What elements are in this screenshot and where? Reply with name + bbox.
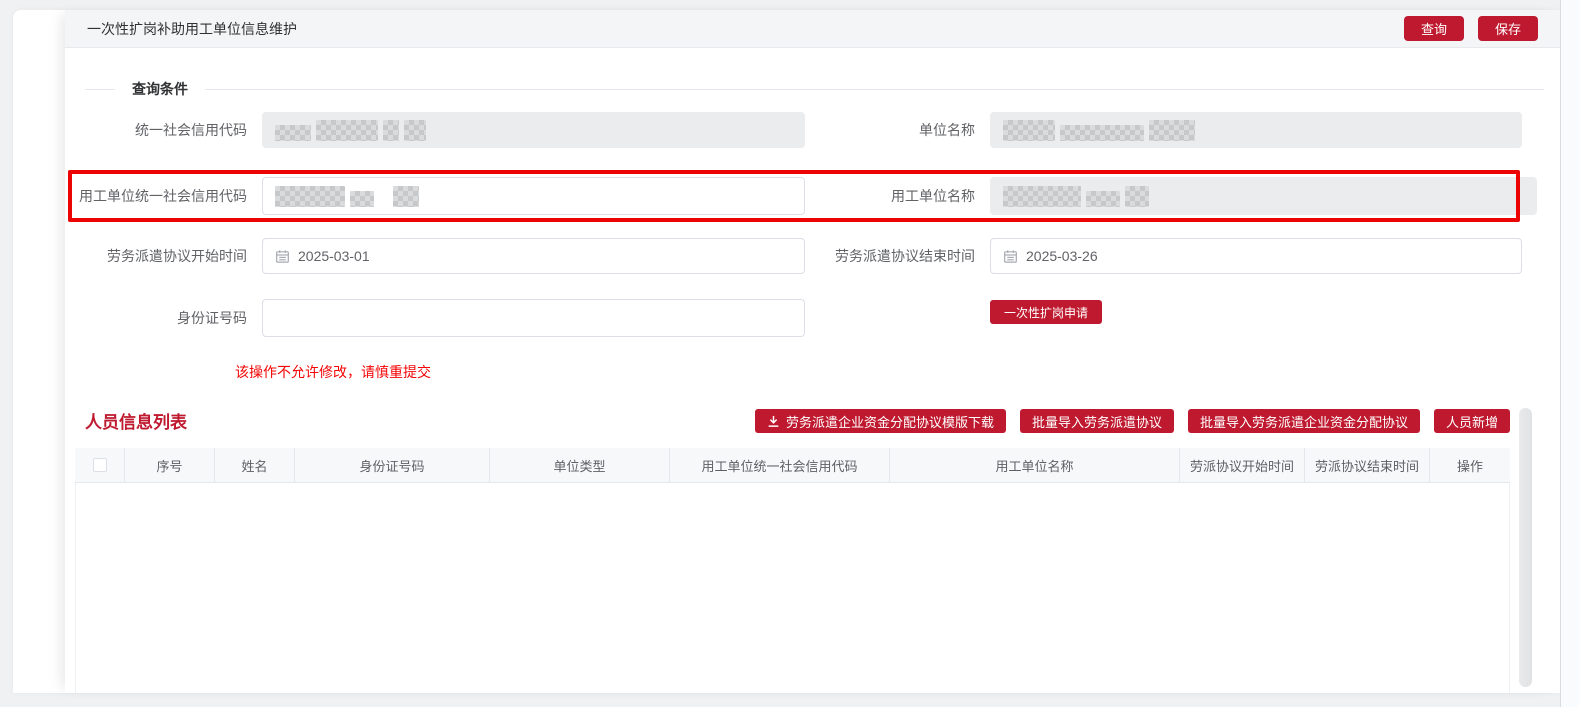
calendar-icon — [275, 249, 290, 264]
dispatch-start-date-input[interactable]: 2025-03-01 — [262, 238, 805, 274]
browser-scrollbar-track[interactable] — [1560, 0, 1579, 707]
form-panel: 查询条件 统一社会信用代码 单位名称 用工单位统一社会信用代 — [65, 48, 1560, 693]
col-employer-code: 用工单位统一社会信用代码 — [670, 448, 890, 482]
unit-name-field — [990, 112, 1522, 148]
page-title: 一次性扩岗补助用工单位信息维护 — [87, 19, 297, 39]
one-time-expand-apply-button[interactable]: 一次性扩岗申请 — [990, 300, 1102, 324]
page-header: 一次性扩岗补助用工单位信息维护 查询 保存 — [65, 10, 1560, 48]
col-id-number: 身份证号码 — [295, 448, 490, 482]
credit-code-field — [262, 112, 805, 148]
section-title: 查询条件 — [132, 79, 188, 99]
save-button[interactable]: 保存 — [1478, 16, 1538, 41]
employer-name-field — [990, 177, 1537, 215]
warning-text: 该操作不允许修改，请慎重提交 — [235, 362, 431, 382]
col-employer-name: 用工单位名称 — [890, 448, 1180, 482]
query-button[interactable]: 查询 — [1404, 16, 1464, 41]
personnel-list-title: 人员信息列表 — [85, 408, 187, 433]
section-query-conditions: 查询条件 — [85, 79, 1544, 99]
template-download-button[interactable]: 劳务派遣企业资金分配协议模版下载 — [755, 409, 1006, 433]
dispatch-start-label: 劳务派遣协议开始时间 — [65, 238, 247, 274]
redacted-value — [275, 119, 426, 141]
app-window: 一次性扩岗补助用工单位信息维护 查询 保存 查询条件 统一社会信用代码 — [0, 0, 1579, 707]
collapsed-sidebar — [13, 10, 65, 693]
table-header-row: 序号 姓名 身份证号码 单位类型 用工单位统一社会信用代码 用工单位名称 劳派协… — [75, 448, 1510, 483]
redacted-value — [275, 185, 419, 207]
dispatch-end-value: 2025-03-26 — [1026, 248, 1098, 264]
content-pane: 一次性扩岗补助用工单位信息维护 查询 保存 查询条件 统一社会信用代码 — [65, 10, 1560, 693]
divider-line-right — [205, 89, 1544, 90]
table-body-empty — [75, 483, 1510, 693]
select-all-cell — [75, 448, 125, 482]
add-person-button[interactable]: 人员新增 — [1434, 409, 1510, 433]
col-name: 姓名 — [215, 448, 295, 482]
redacted-value — [1003, 185, 1149, 207]
col-agree-start: 劳派协议开始时间 — [1180, 448, 1305, 482]
credit-code-label: 统一社会信用代码 — [65, 112, 247, 148]
dispatch-end-date-input[interactable]: 2025-03-26 — [990, 238, 1522, 274]
pane-scrollbar-thumb[interactable] — [1519, 408, 1532, 687]
employer-name-label: 用工单位名称 — [725, 177, 975, 215]
id-number-input[interactable] — [262, 299, 805, 337]
select-all-checkbox[interactable] — [93, 458, 107, 472]
header-buttons: 查询 保存 — [1404, 16, 1538, 41]
col-actions: 操作 — [1430, 448, 1510, 482]
redacted-value — [1003, 119, 1195, 141]
template-download-label: 劳务派遣企业资金分配协议模版下载 — [786, 412, 994, 431]
main-card: 一次性扩岗补助用工单位信息维护 查询 保存 查询条件 统一社会信用代码 — [13, 10, 1560, 693]
calendar-icon — [1003, 249, 1018, 264]
divider-line-left — [85, 89, 115, 90]
import-fund-agreement-button[interactable]: 批量导入劳务派遣企业资金分配协议 — [1188, 409, 1420, 433]
download-icon — [767, 415, 780, 428]
unit-name-label: 单位名称 — [725, 112, 975, 148]
dispatch-end-label: 劳务派遣协议结束时间 — [725, 238, 975, 274]
col-agree-end: 劳派协议结束时间 — [1305, 448, 1430, 482]
id-number-label: 身份证号码 — [65, 299, 247, 337]
import-dispatch-button[interactable]: 批量导入劳务派遣协议 — [1020, 409, 1174, 433]
table-action-bar: 劳务派遣企业资金分配协议模版下载 批量导入劳务派遣协议 批量导入劳务派遣企业资金… — [755, 409, 1510, 433]
dispatch-start-value: 2025-03-01 — [298, 248, 370, 264]
employer-credit-code-label: 用工单位统一社会信用代码 — [65, 177, 247, 215]
personnel-table: 序号 姓名 身份证号码 单位类型 用工单位统一社会信用代码 用工单位名称 劳派协… — [75, 448, 1510, 693]
employer-credit-code-input[interactable] — [262, 177, 805, 215]
col-seq: 序号 — [125, 448, 215, 482]
col-unit-type: 单位类型 — [490, 448, 670, 482]
